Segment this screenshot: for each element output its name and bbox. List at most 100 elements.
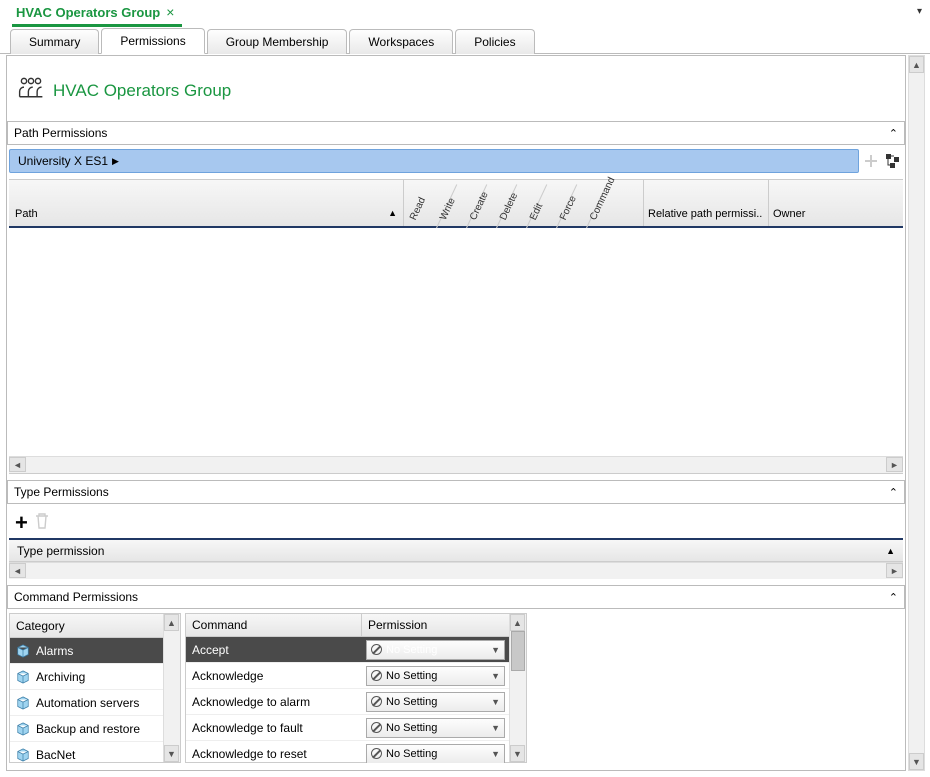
scroll-up-icon[interactable]: ▲ xyxy=(164,614,179,631)
category-item-label: BacNet xyxy=(36,748,75,762)
permission-select[interactable]: No Setting ▼ xyxy=(366,744,505,764)
scroll-down-icon[interactable]: ▼ xyxy=(164,745,179,762)
scroll-right-icon[interactable]: ► xyxy=(886,563,903,578)
command-row[interactable]: Acknowledge to alarm No Setting ▼ xyxy=(186,689,509,715)
cube-icon xyxy=(16,722,30,736)
horizontal-scrollbar[interactable]: ◄ ► xyxy=(9,456,903,473)
permission-value: No Setting xyxy=(386,696,437,708)
cube-icon xyxy=(16,748,30,762)
tab-summary[interactable]: Summary xyxy=(10,29,99,54)
vertical-scrollbar[interactable]: ▲ ▼ xyxy=(509,614,526,762)
permission-select[interactable]: No Setting ▼ xyxy=(366,640,505,660)
column-permission[interactable]: Permission xyxy=(362,614,509,636)
permission-select[interactable]: No Setting ▼ xyxy=(366,692,505,712)
path-breadcrumb-text: University X ES1 xyxy=(18,154,108,168)
no-setting-icon xyxy=(371,748,382,759)
tab-group-membership[interactable]: Group Membership xyxy=(207,29,348,54)
section-label: Command Permissions xyxy=(14,590,138,604)
no-setting-icon xyxy=(371,670,382,681)
scroll-left-icon[interactable]: ◄ xyxy=(9,563,26,578)
command-row[interactable]: Acknowledge No Setting ▼ xyxy=(186,663,509,689)
chevron-down-icon: ▼ xyxy=(491,645,500,655)
add-path-button[interactable] xyxy=(861,151,881,171)
path-permissions-grid xyxy=(9,228,903,456)
no-setting-icon xyxy=(371,696,382,707)
category-item[interactable]: Archiving xyxy=(10,664,163,690)
section-command-permissions[interactable]: Command Permissions ⌃ xyxy=(7,585,905,609)
tab-overflow-dropdown[interactable]: ▾ xyxy=(917,6,922,17)
column-path[interactable]: Path ▲ xyxy=(9,180,404,226)
tab-workspaces[interactable]: Workspaces xyxy=(349,29,453,54)
section-path-permissions[interactable]: Path Permissions ⌃ xyxy=(7,121,905,145)
vertical-scrollbar[interactable]: ▲ ▼ xyxy=(163,614,180,762)
command-row[interactable]: Acknowledge to fault No Setting ▼ xyxy=(186,715,509,741)
column-relative-path[interactable]: Relative path permissi.. xyxy=(644,180,769,226)
path-breadcrumb[interactable]: University X ES1 ▶ xyxy=(9,149,859,173)
scroll-down-icon[interactable]: ▼ xyxy=(909,753,924,770)
sort-indicator-icon: ▲ xyxy=(388,208,397,218)
column-owner[interactable]: Owner xyxy=(769,180,903,226)
permission-columns: Read Write Create Delete Edit Force Comm… xyxy=(404,180,644,226)
scroll-left-icon[interactable]: ◄ xyxy=(9,457,26,472)
permission-value: No Setting xyxy=(386,670,437,682)
document-tab-title: HVAC Operators Group xyxy=(16,5,160,20)
column-category[interactable]: Category xyxy=(10,614,163,638)
scroll-down-icon[interactable]: ▼ xyxy=(510,745,525,762)
section-label: Type Permissions xyxy=(14,485,109,499)
command-name: Acknowledge xyxy=(186,669,362,683)
delete-type-button[interactable] xyxy=(34,512,50,535)
chevron-up-icon[interactable]: ⌃ xyxy=(889,486,898,499)
sub-tab-strip: Summary Permissions Group Membership Wor… xyxy=(0,28,930,54)
tab-permissions[interactable]: Permissions xyxy=(101,28,204,54)
column-command[interactable]: Command xyxy=(588,176,617,222)
column-delete[interactable]: Delete xyxy=(498,191,520,222)
permission-select[interactable]: No Setting ▼ xyxy=(366,718,505,738)
scroll-right-icon[interactable]: ► xyxy=(886,457,903,472)
command-name: Acknowledge to fault xyxy=(186,721,362,735)
column-edit[interactable]: Edit xyxy=(528,202,545,222)
add-type-button[interactable]: + xyxy=(15,510,28,536)
scrollbar-thumb[interactable] xyxy=(511,631,525,671)
section-type-permissions[interactable]: Type Permissions ⌃ xyxy=(7,480,905,504)
chevron-down-icon: ▼ xyxy=(491,697,500,707)
column-write[interactable]: Write xyxy=(438,196,458,222)
permission-select[interactable]: No Setting ▼ xyxy=(366,666,505,686)
category-item[interactable]: Alarms xyxy=(10,638,163,664)
command-name: Acknowledge to reset xyxy=(186,747,362,761)
scroll-up-icon[interactable]: ▲ xyxy=(510,614,525,631)
tree-view-button[interactable] xyxy=(883,151,903,171)
command-name: Accept xyxy=(186,643,362,657)
command-name: Acknowledge to alarm xyxy=(186,695,362,709)
chevron-down-icon: ▼ xyxy=(491,671,500,681)
category-item[interactable]: Backup and restore xyxy=(10,716,163,742)
scroll-up-icon[interactable]: ▲ xyxy=(909,56,924,73)
chevron-up-icon[interactable]: ⌃ xyxy=(889,127,898,140)
group-icon xyxy=(17,74,45,107)
category-item[interactable]: BacNet xyxy=(10,742,163,762)
cube-icon xyxy=(16,644,30,658)
category-item-label: Alarms xyxy=(36,644,73,658)
column-command[interactable]: Command xyxy=(186,614,362,636)
column-read[interactable]: Read xyxy=(408,196,428,222)
command-row[interactable]: Acknowledge to reset No Setting ▼ xyxy=(186,741,509,763)
cube-icon xyxy=(16,670,30,684)
column-type-permission[interactable]: Type permission ▲ xyxy=(9,538,903,562)
category-item[interactable]: Automation servers xyxy=(10,690,163,716)
vertical-scrollbar[interactable]: ▲ ▼ xyxy=(908,55,925,771)
column-force[interactable]: Force xyxy=(558,194,579,222)
sort-indicator-icon: ▲ xyxy=(886,546,895,556)
no-setting-icon xyxy=(371,722,382,733)
permission-value: No Setting xyxy=(386,722,437,734)
command-row[interactable]: Accept No Setting ▼ xyxy=(186,637,509,663)
chevron-up-icon[interactable]: ⌃ xyxy=(889,591,898,604)
no-setting-icon xyxy=(371,644,382,655)
section-label: Path Permissions xyxy=(14,126,107,140)
category-item-label: Backup and restore xyxy=(36,722,140,736)
permission-value: No Setting xyxy=(386,748,437,760)
close-icon[interactable]: × xyxy=(166,4,174,20)
column-create[interactable]: Create xyxy=(468,190,491,222)
tab-policies[interactable]: Policies xyxy=(455,29,534,54)
permission-value: No Setting xyxy=(386,644,437,656)
document-tab[interactable]: HVAC Operators Group × xyxy=(12,0,182,27)
horizontal-scrollbar[interactable]: ◄ ► xyxy=(9,562,903,579)
